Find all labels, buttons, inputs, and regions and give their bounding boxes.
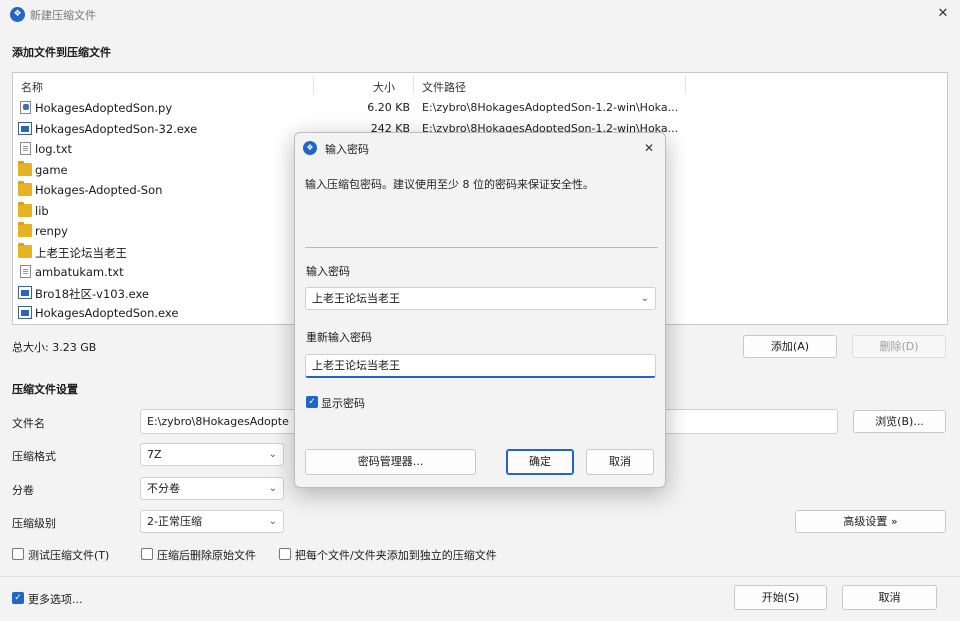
file-name: game bbox=[35, 162, 68, 177]
text-file-icon bbox=[20, 265, 31, 278]
exe-file-icon bbox=[18, 306, 32, 319]
dialog-hint: 输入压缩包密码。建议使用至少 8 位的密码来保证安全性。 bbox=[305, 178, 594, 191]
reenter-password-label: 重新输入密码 bbox=[306, 331, 372, 344]
filename-label: 文件名 bbox=[12, 417, 45, 430]
format-select[interactable]: 7Z ⌄ bbox=[140, 443, 284, 466]
split-label: 分卷 bbox=[12, 484, 34, 497]
chevron-down-icon[interactable]: ⌄ bbox=[641, 288, 649, 309]
password-label: 输入密码 bbox=[306, 265, 350, 278]
dialog-title: 输入密码 bbox=[325, 143, 369, 156]
split-select[interactable]: 不分卷 ⌄ bbox=[140, 477, 284, 500]
column-divider bbox=[685, 76, 686, 94]
show-password-checkbox[interactable]: ✓ bbox=[306, 396, 318, 408]
level-label: 压缩级别 bbox=[12, 517, 56, 530]
level-select[interactable]: 2-正常压缩 ⌄ bbox=[140, 510, 284, 533]
file-path: E:\zybro\8HokagesAdoptedSon-1.2-win\Hoka… bbox=[422, 101, 679, 114]
level-select-value: 2-正常压缩 bbox=[147, 515, 202, 528]
file-name: 上老王论坛当老王 bbox=[35, 245, 127, 260]
dialog-close-icon[interactable]: ✕ bbox=[639, 138, 659, 158]
dialog-cancel-button[interactable]: 取消 bbox=[586, 449, 654, 475]
python-file-icon bbox=[20, 101, 31, 114]
file-list-header: 名称 大小 文件路径 bbox=[13, 73, 947, 99]
password-manager-button[interactable]: 密码管理器... bbox=[305, 449, 476, 475]
dialog-divider bbox=[305, 247, 658, 248]
file-name: Hokages-Adopted-Son bbox=[35, 183, 163, 197]
file-name: log.txt bbox=[35, 142, 73, 156]
cancel-button[interactable]: 取消 bbox=[842, 585, 937, 610]
folder-icon bbox=[18, 242, 32, 258]
window-title: 新建压缩文件 bbox=[30, 9, 96, 22]
column-divider bbox=[413, 76, 414, 94]
folder-icon bbox=[18, 160, 32, 176]
test-archive-label[interactable]: 测试压缩文件(T) bbox=[28, 547, 109, 563]
delete-source-checkbox[interactable] bbox=[141, 548, 153, 560]
window-close-icon[interactable]: ✕ bbox=[930, 3, 956, 25]
exe-file-icon bbox=[18, 285, 32, 299]
file-name: Bro18社区-v103.exe bbox=[35, 286, 149, 301]
settings-heading: 压缩文件设置 bbox=[12, 383, 78, 396]
delete-source-label[interactable]: 压缩后删除原始文件 bbox=[157, 547, 256, 563]
total-size: 总大小: 3.23 GB bbox=[12, 341, 97, 354]
password-dialog: ❖ 输入密码 ✕ 输入压缩包密码。建议使用至少 8 位的密码来保证安全性。 输入… bbox=[294, 132, 666, 488]
reenter-password-field[interactable]: 上老王论坛当老王 bbox=[305, 354, 656, 378]
delete-button[interactable]: 删除(D) bbox=[852, 335, 946, 358]
column-divider bbox=[313, 76, 314, 94]
column-header-name[interactable]: 名称 bbox=[21, 79, 43, 95]
text-file-icon bbox=[20, 142, 31, 155]
file-size: 6.20 KB bbox=[367, 101, 410, 114]
folder-icon bbox=[18, 222, 32, 237]
more-options-checkbox[interactable]: ✓ bbox=[12, 592, 24, 604]
chevron-down-icon: ⌄ bbox=[268, 516, 277, 527]
split-select-value: 不分卷 bbox=[147, 482, 180, 495]
exe-file-icon bbox=[18, 121, 32, 135]
dialog-app-logo-icon: ❖ bbox=[303, 141, 317, 155]
show-password-label[interactable]: 显示密码 bbox=[321, 395, 365, 411]
password-field[interactable]: 上老王论坛当老王 ⌄ bbox=[305, 287, 656, 310]
app-logo-icon: ❖ bbox=[10, 7, 25, 22]
ok-button[interactable]: 确定 bbox=[506, 449, 574, 475]
file-name: HokagesAdoptedSon.py bbox=[35, 101, 173, 115]
file-name: renpy bbox=[35, 224, 68, 238]
format-select-value: 7Z bbox=[147, 448, 162, 461]
file-name: HokagesAdoptedSon.exe bbox=[35, 306, 179, 320]
column-header-size[interactable]: 大小 bbox=[373, 79, 395, 95]
folder-icon bbox=[18, 181, 32, 196]
separate-archives-checkbox[interactable] bbox=[279, 548, 291, 560]
format-label: 压缩格式 bbox=[12, 450, 56, 463]
start-button[interactable]: 开始(S) bbox=[734, 585, 827, 610]
file-list-row[interactable]: HokagesAdoptedSon.py 6.20 KB E:\zybro\8Hok… bbox=[13, 98, 947, 118]
add-files-heading: 添加文件到压缩文件 bbox=[12, 46, 111, 59]
footer-divider bbox=[0, 576, 960, 577]
add-button[interactable]: 添加(A) bbox=[743, 335, 837, 358]
file-name: ambatukam.txt bbox=[35, 265, 124, 279]
folder-icon bbox=[18, 201, 32, 217]
advanced-settings-button[interactable]: 高级设置 » bbox=[795, 510, 946, 533]
browse-button[interactable]: 浏览(B)... bbox=[853, 410, 946, 433]
test-archive-checkbox[interactable] bbox=[12, 548, 24, 560]
title-bar bbox=[0, 0, 960, 30]
file-name: lib bbox=[35, 203, 49, 218]
more-options-label[interactable]: 更多选项... bbox=[28, 591, 83, 607]
password-field-value: 上老王论坛当老王 bbox=[312, 292, 400, 305]
chevron-down-icon: ⌄ bbox=[268, 483, 277, 494]
file-name: HokagesAdoptedSon-32.exe bbox=[35, 121, 198, 136]
separate-archives-label[interactable]: 把每个文件/文件夹添加到独立的压缩文件 bbox=[295, 547, 497, 563]
chevron-down-icon: ⌄ bbox=[268, 449, 277, 460]
column-header-path[interactable]: 文件路径 bbox=[422, 79, 466, 95]
